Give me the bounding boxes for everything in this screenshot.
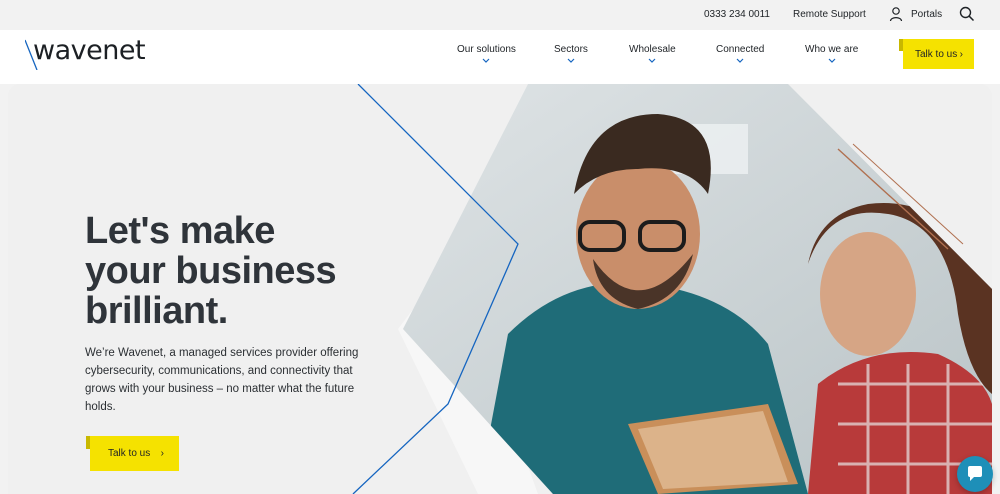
wavenet-logo[interactable]: wavenet <box>25 32 165 72</box>
chevron-down-icon <box>828 58 836 63</box>
button-flag-decoration <box>899 39 903 51</box>
nav-item-label: Our solutions <box>457 44 516 55</box>
hero-description: We’re Wavenet, a managed services provid… <box>85 347 359 413</box>
search-icon[interactable] <box>959 6 975 22</box>
chat-widget-button[interactable] <box>957 456 993 492</box>
chat-icon <box>968 466 982 481</box>
nav-item-label: Connected <box>716 44 765 55</box>
nav-item-who-we-are[interactable]: Who we are <box>805 44 858 64</box>
chevron-down-icon <box>483 58 490 63</box>
nav-item-wholesale[interactable]: Wholesale <box>629 44 676 64</box>
logo-wordmark: wavenet <box>33 35 146 66</box>
headline-line: your business <box>85 250 337 292</box>
chevron-down-icon <box>736 58 744 63</box>
nav-item-label: Sectors <box>554 44 588 55</box>
talk-to-us-hero-button[interactable]: Talk to us › <box>86 436 179 471</box>
button-label: Talk to us <box>108 448 151 459</box>
headline-line: brilliant. <box>85 290 228 332</box>
main-navigation: wavenet Our solutions Sectors Wholesale … <box>0 30 1000 84</box>
phone-link[interactable]: 0333 234 0011 <box>704 9 770 20</box>
nav-item-label: Who we are <box>805 44 859 55</box>
hero-section: Let's make your business brilliant. We’r… <box>8 84 992 494</box>
chevron-right-icon: › <box>160 448 164 459</box>
user-icon[interactable] <box>888 6 904 22</box>
chevron-down-icon <box>648 58 656 63</box>
hero-headline: Let's make your business brilliant. <box>85 211 405 331</box>
top-utility-bar: 0333 234 0011 Remote Support Portals <box>0 0 1000 30</box>
headline-line: Let's make <box>85 210 275 252</box>
chevron-right-icon: › <box>959 49 963 60</box>
talk-to-us-nav-button[interactable]: Talk to us › <box>899 39 974 69</box>
nav-item-label: Wholesale <box>629 44 676 55</box>
nav-item-sectors[interactable]: Sectors <box>554 44 588 64</box>
portals-link[interactable]: Portals <box>911 9 942 20</box>
button-flag-decoration <box>86 436 90 449</box>
remote-support-link[interactable]: Remote Support <box>793 9 866 20</box>
nav-item-connected[interactable]: Connected <box>716 44 764 64</box>
chevron-down-icon <box>567 58 575 63</box>
button-label: Talk to us <box>915 49 958 60</box>
nav-item-our-solutions[interactable]: Our solutions <box>457 44 516 64</box>
